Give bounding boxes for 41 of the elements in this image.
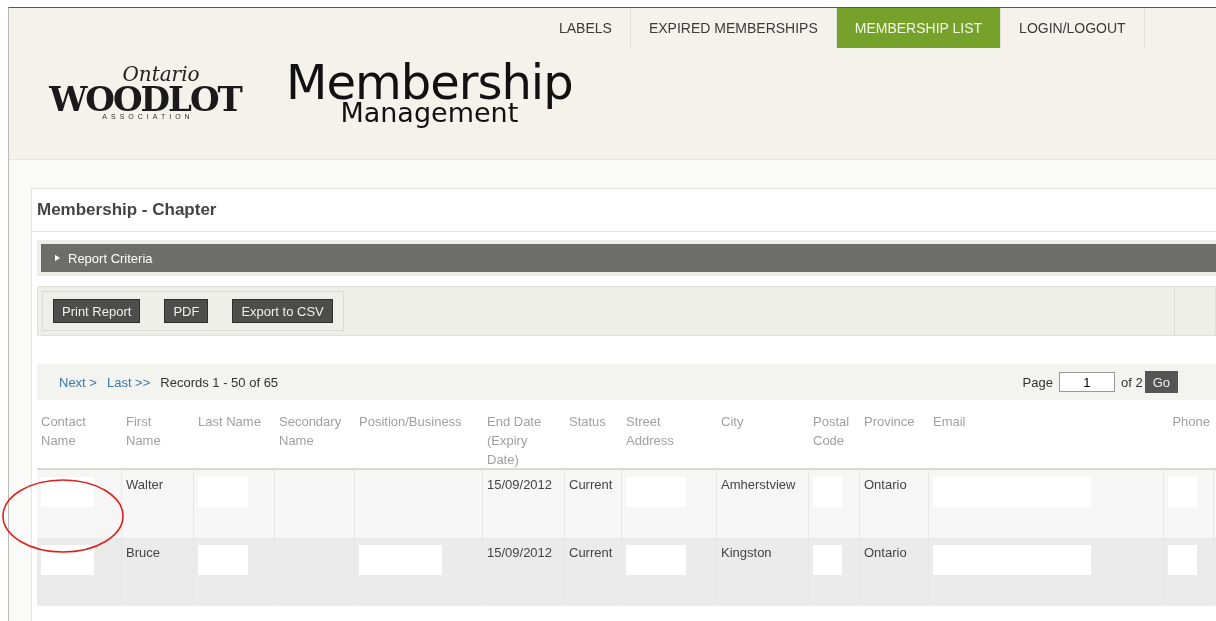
column-header: Status xyxy=(569,414,606,429)
redaction-block xyxy=(41,477,95,507)
report-criteria-bar[interactable]: Report Criteria xyxy=(41,244,1216,272)
next-link[interactable]: Next > xyxy=(59,374,97,390)
column-header: Email xyxy=(933,414,966,429)
column-header: Street Address xyxy=(626,414,674,448)
toolbar-button[interactable]: PDF xyxy=(164,299,209,323)
table-cell: 15/09/2012 xyxy=(487,545,553,560)
table-cell: Bruce xyxy=(126,545,160,560)
column-header: Secondary Name xyxy=(279,414,342,448)
nav-tab[interactable]: EXPIRED MEMBERSHIPS xyxy=(630,8,837,48)
page-count: of 2 xyxy=(1120,374,1143,390)
column-header: First Name xyxy=(126,414,161,448)
go-button[interactable]: Go xyxy=(1144,371,1178,393)
column-header: Last Name xyxy=(198,414,261,429)
column-header: Phone xyxy=(1172,414,1210,429)
page-title: Membership - Chapter xyxy=(32,189,1216,232)
page-field[interactable]: 1 xyxy=(1058,372,1115,392)
records-count: Records 1 - 50 of 65 xyxy=(160,374,279,390)
table-cell: Amherstview xyxy=(721,477,796,492)
table-cell: Current xyxy=(569,545,613,560)
page-label: Page xyxy=(1022,374,1053,390)
table-cell: Ontario xyxy=(864,545,907,560)
nav-tab[interactable]: LABELS xyxy=(541,8,631,48)
column-header: End Date (Expiry Date) xyxy=(487,414,542,467)
toolbar-button[interactable]: Export to CSV xyxy=(232,299,333,323)
last-link[interactable]: Last >> xyxy=(106,374,151,390)
table-cell: Ontario xyxy=(864,477,907,492)
nav-tab[interactable]: LOGIN/LOGOUT xyxy=(1001,8,1145,48)
column-header: City xyxy=(721,414,744,429)
redaction-block xyxy=(41,545,95,575)
column-header: Postal Code xyxy=(813,414,850,448)
column-header: Province xyxy=(864,414,915,429)
table-cell: Current xyxy=(569,477,613,492)
table-cell: Kingston xyxy=(721,545,772,560)
column-header: Contact Name xyxy=(41,414,86,448)
expand-icon xyxy=(55,254,60,262)
table-cell: Walter xyxy=(126,477,164,492)
table-cell: 15/09/2012 xyxy=(487,477,553,492)
column-header: Position/Business xyxy=(359,414,462,429)
toolbar-button[interactable]: Print Report xyxy=(53,299,141,323)
